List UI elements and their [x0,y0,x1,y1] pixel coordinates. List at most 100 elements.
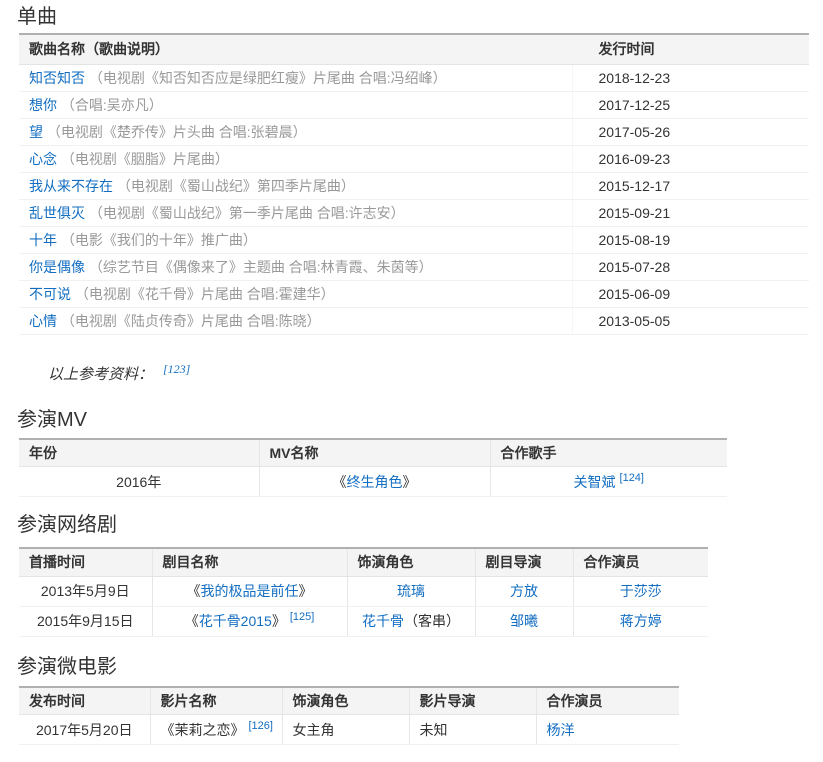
song-link[interactable]: 心情 [29,313,57,329]
drama-role-cell: 花千骨（客串） [347,606,475,636]
column-header-co-actor: 合作演员 [573,548,708,576]
song-description: （电影《我们的十年》推广曲） [61,232,257,248]
co-singer-link[interactable]: 关智斌 [574,474,616,490]
table-row: 想你 （合唱:吴亦凡） 2017-12-25 [19,91,809,118]
song-link[interactable]: 你是偶像 [29,259,85,275]
song-description: （电视剧《知否知否应是绿肥红瘦》片尾曲 合唱:冯绍峰） [89,70,447,86]
column-header-release-date: 发行时间 [572,34,809,64]
song-link[interactable]: 十年 [29,232,57,248]
film-name: 《茉莉之恋》 [161,722,245,738]
role-link[interactable]: 花千骨 [362,613,404,629]
column-header-co-actor: 合作演员 [536,687,679,715]
role-note: （客串） [404,613,460,629]
co-actor-link[interactable]: 杨洋 [547,722,575,738]
release-date: 2017-05-26 [572,118,809,145]
table-row: 十年 （电影《我们的十年》推广曲） 2015-08-19 [19,226,809,253]
table-row: 2013年5月9日 《我的极品是前任》 琉璃 方放 于莎莎 [19,576,708,606]
column-header-mv-name: MV名称 [259,439,490,467]
microfilm-table: 发布时间 影片名称 饰演角色 影片导演 合作演员 2017年5月20日 《茉莉之… [19,686,679,746]
release-date: 2015-09-21 [572,199,809,226]
release-date: 2016-09-23 [572,145,809,172]
film-release-date: 2017年5月20日 [19,715,150,745]
drama-director-cell: 邹曦 [475,606,573,636]
section-heading-singles: 单曲 [17,6,823,28]
table-row: 2017年5月20日 《茉莉之恋》[126] 女主角 未知 杨洋 [19,715,679,745]
table-row: 你是偶像 （综艺节目《偶像来了》主题曲 合唱:林青霞、朱茵等） 2015-07-… [19,253,809,280]
song-link[interactable]: 想你 [29,97,57,113]
table-row: 心情 （电视剧《陆贞传奇》片尾曲 合唱:陈晓） 2013-05-05 [19,307,809,334]
mv-co-singer-cell: 关智斌 [124] [490,467,727,497]
mv-name-cell: 《终生角色》 [259,467,490,497]
section-heading-microfilm: 参演微电影 [17,656,823,678]
drama-director-cell: 方放 [475,576,573,606]
drama-name-cell: 《花千骨2015》[125] [152,606,347,636]
film-co-actor-cell: 杨洋 [536,715,679,745]
film-name-cell: 《茉莉之恋》 [126] [150,715,282,745]
drama-name-link[interactable]: 我的极品是前任 [201,583,299,599]
song-description: （电视剧《胭脂》片尾曲） [61,151,229,167]
column-header-song-name: 歌曲名称（歌曲说明） [19,34,572,64]
film-role: 女主角 [282,715,409,745]
release-date: 2015-08-19 [572,226,809,253]
song-description: （综艺节目《偶像来了》主题曲 合唱:林青霞、朱茵等） [89,259,433,275]
column-header-year: 年份 [19,439,259,467]
mv-table: 年份 MV名称 合作歌手 2016年 《终生角色》 关智斌 [124] [19,438,727,498]
column-header-film-director: 影片导演 [409,687,536,715]
role-link[interactable]: 琉璃 [397,583,425,599]
mv-header-row: 年份 MV名称 合作歌手 [19,439,727,467]
reference-note: 以上参考资料： [123] [48,361,823,383]
co-actor-link[interactable]: 蒋方婷 [620,613,662,629]
drama-role-cell: 琉璃 [347,576,475,606]
table-row: 知否知否 （电视剧《知否知否应是绿肥红瘦》片尾曲 合唱:冯绍峰） 2018-12… [19,64,809,91]
microfilm-header-row: 发布时间 影片名称 饰演角色 影片导演 合作演员 [19,687,679,715]
song-link[interactable]: 知否知否 [29,70,85,86]
table-row: 我从来不存在 （电视剧《蜀山战纪》第四季片尾曲） 2015-12-17 [19,172,809,199]
table-row: 望 （电视剧《楚乔传》片头曲 合唱:张碧晨） 2017-05-26 [19,118,809,145]
song-link[interactable]: 乱世俱灭 [29,205,85,221]
song-description: （电视剧《花千骨》片尾曲 合唱:霍建华） [75,286,335,302]
column-header-release-date: 发布时间 [19,687,150,715]
reference-link-125[interactable]: [125] [290,611,314,623]
reference-link-123[interactable]: [123] [163,362,190,376]
table-row: 乱世俱灭 （电视剧《蜀山战纪》第一季片尾曲 合唱:许志安） 2015-09-21 [19,199,809,226]
webdrama-table: 首播时间 剧目名称 饰演角色 剧目导演 合作演员 2013年5月9日 《我的极品… [19,547,708,637]
song-description: （电视剧《楚乔传》片头曲 合唱:张碧晨） [47,124,307,140]
table-row: 2016年 《终生角色》 关智斌 [124] [19,467,727,497]
section-heading-mv: 参演MV [17,409,823,431]
reference-link-124[interactable]: [124] [620,472,644,484]
song-description: （电视剧《蜀山战纪》第一季片尾曲 合唱:许志安） [89,205,405,221]
column-header-premiere-date: 首播时间 [19,548,152,576]
column-header-role: 饰演角色 [347,548,475,576]
song-link[interactable]: 心念 [29,151,57,167]
column-header-drama-name: 剧目名称 [152,548,347,576]
table-row: 心念 （电视剧《胭脂》片尾曲） 2016-09-23 [19,145,809,172]
column-header-co-singer: 合作歌手 [490,439,727,467]
reference-note-text: 以上参考资料： [48,367,153,383]
director-link[interactable]: 邹曦 [510,613,538,629]
co-actor-link[interactable]: 于莎莎 [620,583,662,599]
webdrama-header-row: 首播时间 剧目名称 饰演角色 剧目导演 合作演员 [19,548,708,576]
drama-name-link[interactable]: 花千骨2015 [199,613,272,629]
release-date: 2017-12-25 [572,91,809,118]
column-header-director: 剧目导演 [475,548,573,576]
song-link[interactable]: 望 [29,124,43,140]
song-link[interactable]: 不可说 [29,286,71,302]
premiere-date: 2015年9月15日 [19,606,152,636]
column-header-role: 饰演角色 [282,687,409,715]
release-date: 2018-12-23 [572,64,809,91]
premiere-date: 2013年5月9日 [19,576,152,606]
singles-table: 歌曲名称（歌曲说明） 发行时间 知否知否 （电视剧《知否知否应是绿肥红瘦》片尾曲… [19,33,809,335]
director-link[interactable]: 方放 [510,583,538,599]
reference-link-126[interactable]: [126] [249,720,273,732]
release-date: 2015-07-28 [572,253,809,280]
table-row: 不可说 （电视剧《花千骨》片尾曲 合唱:霍建华） 2015-06-09 [19,280,809,307]
singles-header-row: 歌曲名称（歌曲说明） 发行时间 [19,34,809,64]
section-heading-webdrama: 参演网络剧 [17,514,823,536]
mv-year: 2016年 [19,467,259,497]
song-description: （电视剧《陆贞传奇》片尾曲 合唱:陈晓） [61,313,321,329]
mv-name-link[interactable]: 终生角色 [347,474,403,490]
release-date: 2013-05-05 [572,307,809,334]
song-link[interactable]: 我从来不存在 [29,178,113,194]
drama-name-cell: 《我的极品是前任》 [152,576,347,606]
song-description: （合唱:吴亦凡） [61,97,163,113]
